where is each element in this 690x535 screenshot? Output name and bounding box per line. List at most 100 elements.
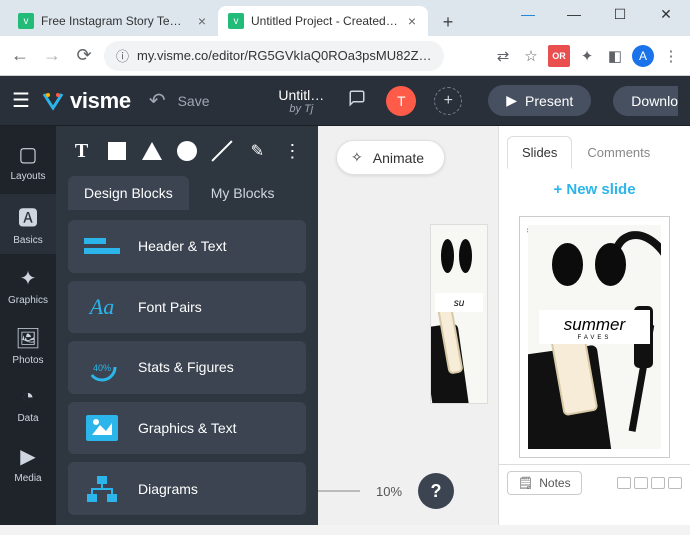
app-root: ☰ visme ↶ Save Untitl… by Tj T + ▶ Prese… (0, 76, 690, 525)
list-view-button[interactable] (651, 477, 665, 489)
logo[interactable]: visme (42, 88, 131, 114)
extension-badge[interactable]: OR (548, 45, 570, 67)
graphics-icon: ✦ (20, 266, 37, 291)
zoom-slider[interactable] (318, 490, 360, 492)
data-icon: ◔ (22, 386, 34, 409)
new-slide-button[interactable]: + New slide (499, 169, 690, 210)
site-info-icon[interactable]: ⓘ (116, 46, 129, 65)
rail-media[interactable]: ▶Media (0, 436, 56, 492)
tab-comments[interactable]: Comments (572, 136, 665, 169)
download-button[interactable]: Downlo (613, 86, 678, 116)
blocks-list: Header & Text Aa Font Pairs 40% Stats & … (56, 210, 318, 525)
close-icon[interactable]: × (196, 13, 208, 29)
undo-button[interactable]: ↶ (149, 88, 166, 113)
canvas[interactable]: ✧ Animate su 10% ? (318, 126, 498, 525)
more-tools-button[interactable]: ⋮ (281, 139, 304, 163)
play-icon: ▶ (506, 92, 517, 109)
close-window-button[interactable]: ✕ (652, 6, 680, 23)
pen-tool[interactable]: ✎ (246, 139, 269, 163)
minimize-button[interactable]: — (514, 6, 542, 23)
rail-basics[interactable]: 🅰︎Basics (0, 194, 56, 254)
slides-panel: Slides Comments + New slide ⚙ summer FAV… (498, 126, 690, 525)
url-text: my.visme.co/editor/RG5GVkIaQ0ROa3psMU82Z… (137, 48, 432, 63)
basics-icon: 🅰︎ (18, 202, 38, 231)
square-tool[interactable] (105, 139, 128, 163)
rail-photos[interactable]: 🖼Photos (0, 318, 56, 374)
rail-layouts[interactable]: ▢Layouts (0, 134, 56, 190)
tab-design-blocks[interactable]: Design Blocks (68, 176, 189, 210)
slide-text-sub: FAVES (539, 335, 651, 341)
media-icon: ▶ (20, 444, 35, 469)
close-icon[interactable]: × (406, 13, 418, 29)
basics-panel: T ✎ ⋮ Design Blocks My Blocks Header & T… (56, 126, 318, 525)
canvas-slide[interactable]: su (430, 224, 488, 404)
tab-slides[interactable]: Slides (507, 136, 572, 169)
notes-label: Notes (539, 476, 570, 490)
panel-tabs: Design Blocks My Blocks (56, 176, 318, 210)
grid-view-button[interactable] (617, 477, 631, 489)
extensions-icon[interactable]: ✦ (576, 45, 598, 67)
side-panel-icon[interactable]: ◧ (604, 45, 626, 67)
browser-tab-strip: v Free Instagram Story Templa × v Untitl… (0, 0, 690, 36)
font-pairs-icon: Aa (82, 289, 122, 325)
tab-my-blocks[interactable]: My Blocks (195, 176, 291, 210)
maximize-button[interactable]: ☐ (606, 6, 634, 23)
block-diagrams[interactable]: Diagrams (68, 462, 306, 515)
user-avatar[interactable]: T (386, 86, 416, 116)
project-title-block[interactable]: Untitl… by Tj (278, 87, 324, 115)
browser-tab-1[interactable]: v Free Instagram Story Templa × (8, 6, 218, 36)
present-label: Present (525, 93, 573, 109)
save-button[interactable]: Save (178, 93, 210, 109)
slides-footer: 🗒 Notes (499, 464, 690, 501)
text-tool[interactable]: T (70, 139, 93, 163)
circle-tool[interactable] (175, 139, 198, 163)
present-button[interactable]: ▶ Present (488, 85, 591, 116)
header-text-icon (82, 228, 122, 264)
triangle-tool[interactable] (140, 139, 163, 163)
new-tab-button[interactable]: + (434, 8, 462, 36)
back-button[interactable]: ← (8, 45, 32, 66)
minimize-button[interactable]: — (560, 6, 588, 23)
rail-graphics[interactable]: ✦Graphics (0, 258, 56, 314)
reload-button[interactable]: ⟳ (72, 45, 96, 66)
shape-tools: T ✎ ⋮ (56, 126, 318, 176)
animate-label: Animate (373, 150, 424, 166)
slide-text-main: summer (564, 315, 625, 334)
notes-button[interactable]: 🗒 Notes (507, 471, 582, 495)
rail-data[interactable]: ◔Data (0, 378, 56, 432)
chrome-menu-icon[interactable]: ⋮ (660, 45, 682, 67)
favicon-icon: v (18, 13, 34, 29)
list-view-button[interactable] (668, 477, 682, 489)
slide-thumbnail-1[interactable]: ⚙ summer FAVES (519, 216, 670, 458)
diagrams-icon (82, 471, 122, 507)
block-graphics-text[interactable]: Graphics & Text (68, 402, 306, 455)
comments-icon[interactable] (348, 89, 366, 112)
tab-label: Untitled Project - Created wi (251, 14, 399, 28)
logo-text: visme (70, 88, 131, 114)
line-tool[interactable] (211, 139, 234, 163)
block-font-pairs[interactable]: Aa Font Pairs (68, 281, 306, 334)
help-button[interactable]: ? (418, 473, 454, 509)
browser-tab-2[interactable]: v Untitled Project - Created wi × (218, 6, 428, 36)
tab-label: Free Instagram Story Templa (41, 14, 189, 28)
profile-avatar[interactable]: A (632, 45, 654, 67)
add-collaborator-button[interactable]: + (434, 87, 462, 115)
slides-tabs: Slides Comments (499, 126, 690, 169)
translate-icon[interactable]: ⇄ (492, 45, 514, 67)
zoom-controls: 10% ? (318, 473, 454, 509)
project-title: Untitl… (278, 87, 324, 103)
app-header: ☰ visme ↶ Save Untitl… by Tj T + ▶ Prese… (0, 76, 690, 126)
grid-view-button[interactable] (634, 477, 648, 489)
svg-text:40%: 40% (93, 363, 111, 373)
stats-icon: 40% (82, 349, 122, 385)
animate-button[interactable]: ✧ Animate (336, 140, 445, 175)
bookmark-icon[interactable]: ☆ (520, 45, 542, 67)
forward-button[interactable]: → (40, 45, 64, 66)
layouts-icon: ▢ (19, 142, 38, 167)
browser-toolbar: ← → ⟳ ⓘ my.visme.co/editor/RG5GVkIaQ0ROa… (0, 36, 690, 76)
address-bar[interactable]: ⓘ my.visme.co/editor/RG5GVkIaQ0ROa3psMU8… (104, 41, 444, 71)
project-author: by Tj (278, 103, 324, 115)
hamburger-icon[interactable]: ☰ (12, 88, 30, 113)
block-header-text[interactable]: Header & Text (68, 220, 306, 273)
block-stats-figures[interactable]: 40% Stats & Figures (68, 341, 306, 394)
